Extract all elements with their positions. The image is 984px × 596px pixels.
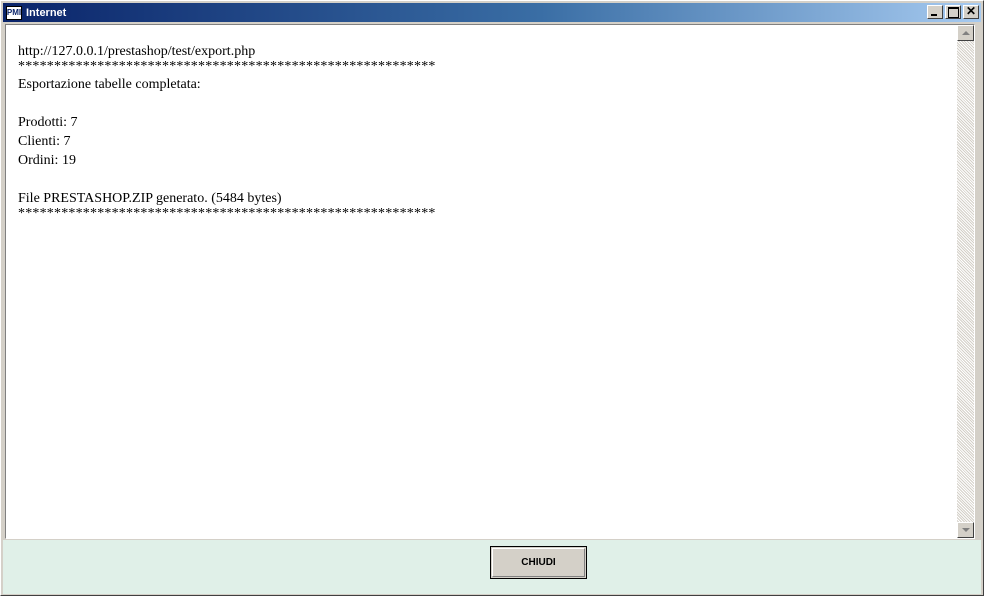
separator-line: ****************************************… (18, 59, 436, 74)
clients-count-line: Clienti: 7 (18, 134, 71, 149)
chiudi-label: CHIUDI (492, 548, 585, 577)
orders-count-line: Ordini: 19 (18, 153, 76, 168)
arrow-up-icon (961, 31, 970, 35)
scroll-up-button[interactable] (957, 25, 974, 41)
close-icon: ✕ (965, 4, 977, 18)
window-title: Internet (26, 6, 67, 19)
window-controls: ✕ (927, 5, 979, 19)
app-icon: PMI (6, 5, 22, 20)
vertical-scrollbar[interactable] (957, 25, 974, 538)
minimize-button[interactable] (927, 5, 943, 19)
footer-bar: CHIUDI (3, 540, 981, 594)
separator-line: ****************************************… (18, 206, 436, 221)
arrow-down-icon (961, 528, 970, 532)
output-text-area: http://127.0.0.1/prestashop/test/export.… (7, 26, 959, 537)
close-window-button[interactable]: ✕ (963, 5, 979, 19)
scroll-down-button[interactable] (957, 522, 974, 538)
maximize-button[interactable] (945, 5, 961, 19)
status-line: Esportazione tabelle completata: (18, 77, 201, 92)
title-bar[interactable]: PMI Internet ✕ (3, 3, 981, 22)
internet-window: PMI Internet ✕ http://127.0.0.1/prestash… (0, 0, 984, 596)
content-frame: http://127.0.0.1/prestashop/test/export.… (5, 24, 975, 539)
products-count-line: Prodotti: 7 (18, 115, 78, 130)
chiudi-button[interactable]: CHIUDI (490, 546, 587, 579)
